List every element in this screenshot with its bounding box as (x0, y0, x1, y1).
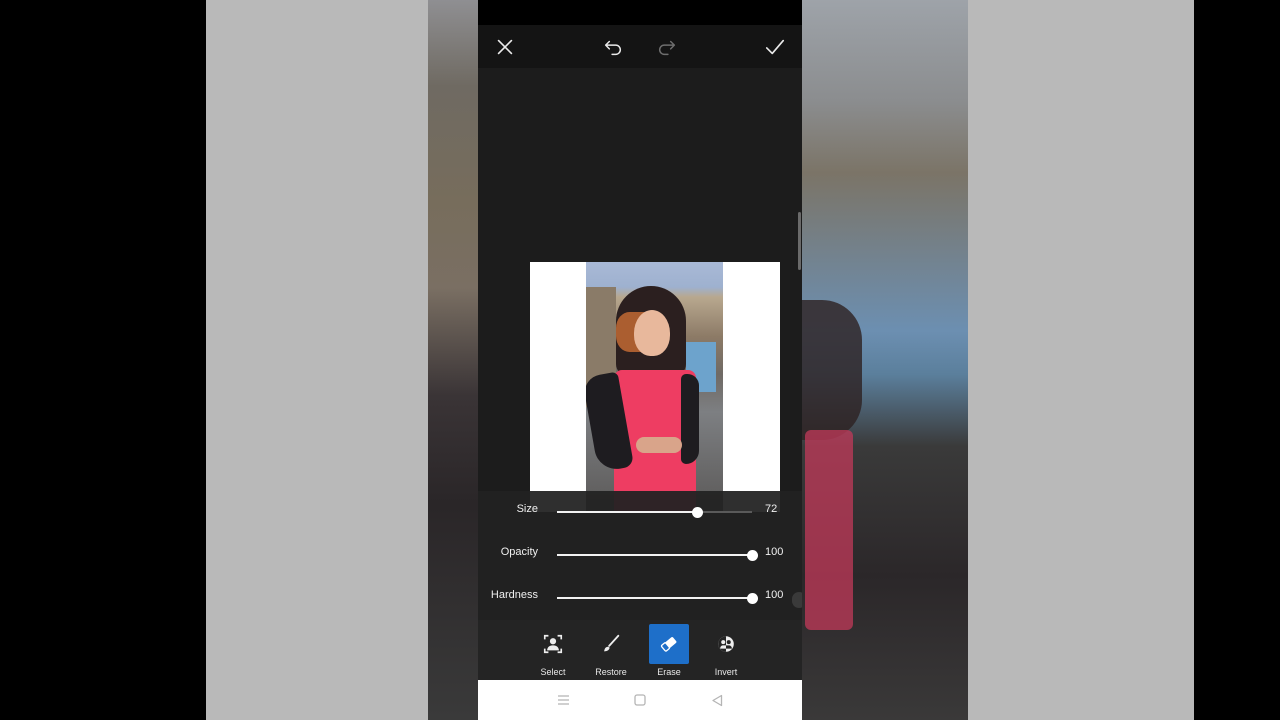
tool-invert-icon-box (706, 624, 746, 664)
redo-icon (659, 40, 676, 56)
size-slider-fill (557, 511, 698, 513)
check-icon (765, 39, 785, 55)
tool-invert-label: Invert (714, 667, 738, 677)
back-triangle-icon (712, 694, 723, 706)
backdrop-right-blur (968, 0, 1194, 720)
backdrop-right-hair-blur (802, 300, 862, 440)
size-slider[interactable] (557, 507, 752, 518)
tool-erase[interactable]: Erase (649, 624, 689, 680)
redo-button[interactable] (655, 35, 679, 59)
tool-restore-label: Restore (595, 667, 627, 677)
phone-screen: Size 72 Opacity 100 Hardness 100 Select … (478, 0, 802, 720)
tool-select-icon-box (533, 624, 573, 664)
size-slider-row: Size 72 (478, 500, 802, 524)
size-slider-thumb[interactable] (692, 507, 704, 518)
hardness-slider[interactable] (557, 593, 758, 604)
photo-face (634, 310, 670, 356)
tool-invert[interactable]: Invert (706, 624, 746, 680)
hardness-value: 100 (765, 589, 784, 601)
home-square-icon (634, 694, 646, 706)
opacity-slider-fill (557, 554, 752, 556)
undo-icon (604, 40, 621, 56)
tool-select[interactable]: Select (533, 624, 573, 680)
photo-jacket-right (681, 374, 699, 464)
backdrop-left-letterbox (0, 0, 206, 720)
back-nav-button[interactable] (710, 693, 724, 707)
status-bar (478, 0, 802, 25)
size-label: Size (516, 503, 538, 515)
brush-icon (604, 634, 620, 652)
size-value: 72 (765, 503, 778, 515)
backdrop-left-photo-blur (428, 0, 478, 720)
top-toolbar (478, 25, 802, 68)
photo-arm (636, 437, 682, 453)
brush-settings-panel: Size 72 Opacity 100 Hardness 100 (478, 491, 802, 620)
tool-restore-icon-box (591, 624, 631, 664)
backdrop-left-blur (206, 0, 428, 720)
hardness-slider-fill (557, 597, 752, 599)
opacity-slider-thumb[interactable] (747, 550, 758, 561)
scroll-indicator[interactable] (798, 212, 801, 270)
tool-erase-icon-box (649, 624, 689, 664)
tool-erase-label: Erase (657, 667, 681, 677)
hardness-slider-row: Hardness 100 (478, 586, 802, 610)
apply-button[interactable] (763, 35, 787, 59)
tool-bar: Select Restore Erase Invert (478, 620, 802, 680)
backdrop-right-dress-blur (805, 430, 853, 630)
tool-select-label: Select (540, 667, 566, 677)
screen: Size 72 Opacity 100 Hardness 100 Select … (0, 0, 1280, 720)
hardness-label: Hardness (490, 589, 538, 601)
backdrop-right-letterbox (1194, 0, 1280, 720)
person-select-icon (543, 634, 563, 654)
close-button[interactable] (493, 35, 517, 59)
photo-layer[interactable] (586, 262, 723, 512)
opacity-value: 100 (765, 546, 784, 558)
opacity-slider-row: Opacity 100 (478, 543, 802, 567)
home-nav-button[interactable] (633, 693, 647, 707)
eraser-icon (660, 637, 677, 652)
invert-icon (718, 636, 734, 652)
close-icon (497, 39, 513, 55)
opacity-label: Opacity (500, 546, 538, 558)
menu-nav-button[interactable] (556, 693, 570, 707)
opacity-slider[interactable] (557, 550, 758, 561)
system-nav-bar (478, 680, 802, 720)
hardness-slider-thumb[interactable] (747, 593, 758, 604)
tool-restore[interactable]: Restore (591, 624, 631, 680)
panel-drag-handle[interactable] (792, 592, 802, 608)
menu-icon (557, 695, 569, 705)
undo-button[interactable] (601, 35, 625, 59)
